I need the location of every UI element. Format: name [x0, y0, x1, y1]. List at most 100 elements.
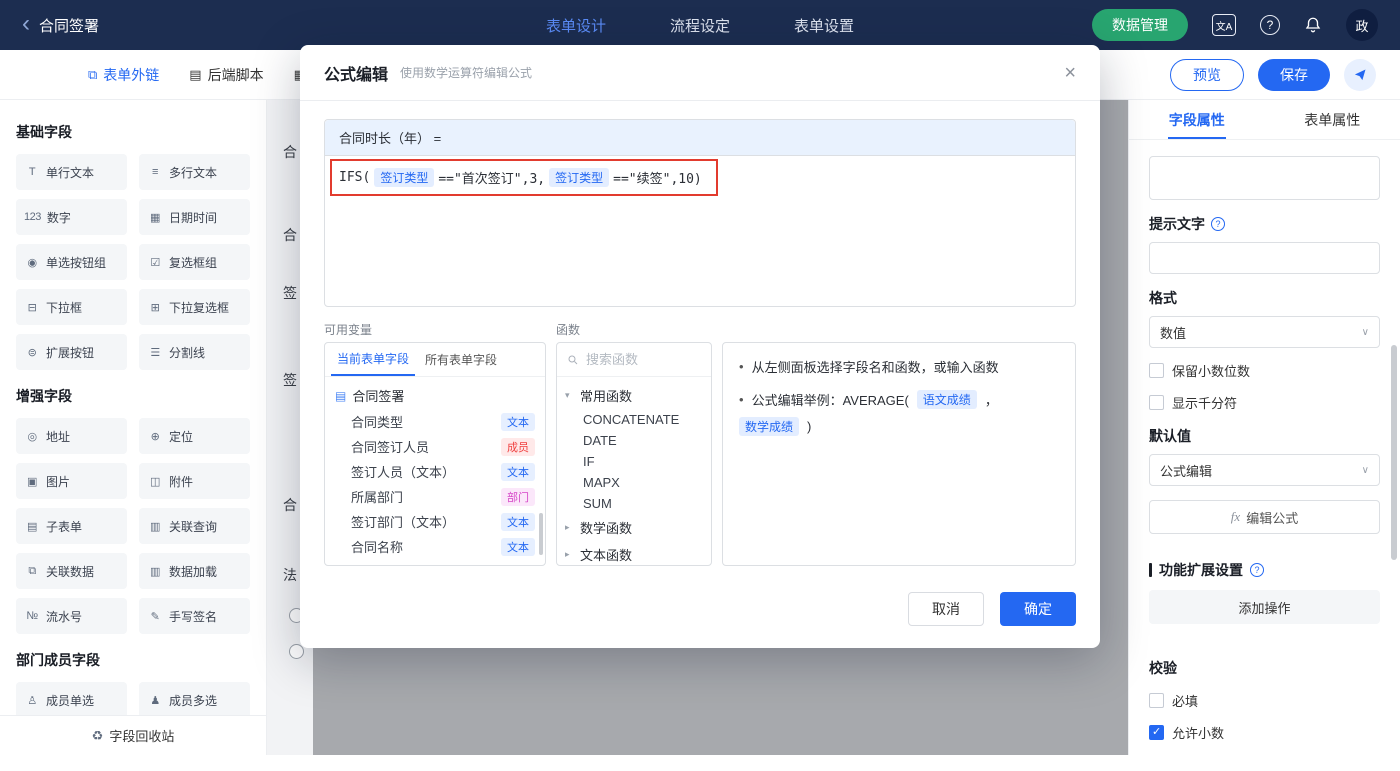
avatar[interactable]: 政: [1346, 9, 1378, 41]
back-button[interactable]: ‹ 合同签署: [22, 15, 99, 36]
form-external-link-button[interactable]: ⧉ 表单外链: [88, 65, 159, 85]
recycle-bin-icon: ♻: [92, 728, 104, 744]
checkbox-unchecked-icon[interactable]: [1149, 395, 1164, 410]
tab-all-form-fields[interactable]: 所有表单字段: [419, 343, 503, 376]
sidebar-item-attachment[interactable]: ◫附件: [139, 463, 250, 499]
document-icon: ▤: [335, 389, 346, 403]
checkbox-checked-icon[interactable]: [1149, 725, 1164, 740]
function-item[interactable]: IF: [557, 451, 711, 472]
checkbox-unchecked-icon[interactable]: [1149, 693, 1164, 708]
field-item-label: 成员多选: [169, 692, 217, 709]
formula-text: =="续签",10): [613, 168, 702, 187]
variable-row[interactable]: 签订部门（文本） 文本: [325, 509, 545, 534]
panel-scrollbar[interactable]: [1391, 345, 1397, 560]
bell-icon[interactable]: [1304, 16, 1322, 34]
sidebar-item-serial-number[interactable]: №流水号: [16, 598, 127, 634]
language-icon[interactable]: 文A: [1212, 14, 1236, 36]
default-value-select-value: 公式编辑: [1160, 461, 1212, 480]
divider-icon: ☰: [147, 346, 163, 359]
backend-script-button[interactable]: ▤ 后端脚本: [189, 65, 263, 85]
field-recycle-bin[interactable]: ♻ 字段回收站: [0, 715, 267, 755]
save-button[interactable]: 保存: [1258, 59, 1330, 91]
sidebar-item-divider[interactable]: ☰分割线: [139, 334, 250, 370]
sidebar-item-subform[interactable]: ▤子表单: [16, 508, 127, 544]
sidebar-item-image[interactable]: ▣图片: [16, 463, 127, 499]
sidebar-item-signature[interactable]: ✎手写签名: [139, 598, 250, 634]
dropdown-multi-icon: ⊞: [147, 301, 163, 314]
function-search-input[interactable]: [586, 352, 701, 367]
sidebar-item-radio-group[interactable]: ◉单选按钮组: [16, 244, 127, 280]
sidebar-item-member-single[interactable]: ♙成员单选: [16, 682, 127, 715]
close-icon[interactable]: ×: [1064, 63, 1076, 83]
variable-row[interactable]: 所属部门 部门: [325, 484, 545, 509]
option-keep-decimals[interactable]: 保留小数位数: [1149, 361, 1380, 380]
format-select[interactable]: 数值 ∨: [1149, 316, 1380, 348]
sidebar-item-linked-data[interactable]: ⧉关联数据: [16, 553, 127, 589]
sidebar-item-address[interactable]: ◎地址: [16, 418, 127, 454]
tab-process-settings[interactable]: 流程设定: [670, 15, 730, 36]
checkbox-unchecked-icon[interactable]: [1149, 363, 1164, 378]
data-load-icon: ▥: [147, 565, 163, 578]
variable-row[interactable]: 签订人员（文本） 文本: [325, 459, 545, 484]
tab-current-form-fields[interactable]: 当前表单字段: [331, 343, 415, 376]
hint-help-icon[interactable]: ?: [1211, 217, 1225, 231]
sidebar-item-member-multi[interactable]: ♟成员多选: [139, 682, 250, 715]
option-thousand-separator[interactable]: 显示千分符: [1149, 393, 1380, 412]
extension-help-icon[interactable]: ?: [1250, 563, 1264, 577]
data-manage-button[interactable]: 数据管理: [1092, 9, 1188, 41]
share-button[interactable]: [1344, 59, 1376, 91]
sidebar-item-data-load[interactable]: ▥数据加载: [139, 553, 250, 589]
variables-root-node[interactable]: ▤ 合同签署: [325, 382, 545, 409]
preview-button[interactable]: 预览: [1170, 59, 1244, 91]
sidebar-item-datetime[interactable]: ▦日期时间: [139, 199, 250, 235]
field-title-input[interactable]: [1149, 156, 1380, 200]
modal-mid-row: 可用变量 当前表单字段 所有表单字段 ▤ 合同签署 合同类型 文本: [324, 321, 1076, 566]
section-member-fields: 部门成员字段: [16, 650, 250, 670]
function-item[interactable]: CONCATENATE: [557, 409, 711, 430]
sidebar-item-multi-text[interactable]: ≡多行文本: [139, 154, 250, 190]
add-operation-button[interactable]: 添加操作: [1149, 590, 1380, 624]
tab-field-properties[interactable]: 字段属性: [1129, 100, 1265, 139]
variable-row[interactable]: 合同签订人员 成员: [325, 434, 545, 459]
sidebar-item-location[interactable]: ⊕定位: [139, 418, 250, 454]
group-common-functions[interactable]: ▾ 常用函数: [557, 382, 711, 409]
edit-formula-button[interactable]: fx 编辑公式: [1149, 500, 1380, 534]
function-item[interactable]: MAPX: [557, 472, 711, 493]
cancel-button[interactable]: 取消: [908, 592, 984, 626]
clipped-field-label: 合: [283, 225, 297, 245]
function-item[interactable]: DATE: [557, 430, 711, 451]
option-allow-decimal[interactable]: 允许小数: [1149, 723, 1380, 742]
sidebar-item-dropdown[interactable]: ⊟下拉框: [16, 289, 127, 325]
topbar: ‹ 合同签署 表单设计 流程设定 表单设置 数据管理 文A ? 政: [0, 0, 1400, 50]
tab-form-settings[interactable]: 表单设置: [794, 15, 854, 36]
sidebar-item-single-text[interactable]: T单行文本: [16, 154, 127, 190]
section-enhanced-fields: 增强字段: [16, 386, 250, 406]
help-text: ，: [985, 390, 998, 409]
modal-title: 公式编辑: [324, 61, 388, 85]
hint-text-input[interactable]: [1149, 242, 1380, 274]
extension-settings-title-text: 功能扩展设置: [1159, 560, 1243, 580]
tab-form-properties[interactable]: 表单属性: [1265, 100, 1400, 139]
formula-editor[interactable]: IFS( 签订类型 =="首次签订",3, 签订类型 =="续签",10): [325, 156, 1075, 306]
sidebar-item-dropdown-multi[interactable]: ⊞下拉复选框: [139, 289, 250, 325]
variable-row[interactable]: 合同类型 文本: [325, 409, 545, 434]
help-icon[interactable]: ?: [1260, 15, 1280, 35]
type-tag: 部门: [501, 488, 535, 506]
sidebar-item-lookup[interactable]: ▥关联查询: [139, 508, 250, 544]
confirm-button[interactable]: 确定: [1000, 592, 1076, 626]
default-value-select[interactable]: 公式编辑 ∨: [1149, 454, 1380, 486]
sidebar-item-checkbox-group[interactable]: ☑复选框组: [139, 244, 250, 280]
tab-form-design[interactable]: 表单设计: [546, 15, 606, 36]
field-token[interactable]: 签订类型: [374, 168, 434, 187]
option-required[interactable]: 必填: [1149, 691, 1380, 710]
group-text-functions[interactable]: ▸ 文本函数: [557, 541, 711, 566]
variable-row[interactable]: 合同名称 文本: [325, 534, 545, 559]
field-token[interactable]: 签订类型: [549, 168, 609, 187]
functions-label: 函数: [556, 321, 712, 336]
sidebar-item-number[interactable]: 123数字: [16, 199, 127, 235]
variables-scrollbar[interactable]: [539, 513, 543, 555]
group-math-functions[interactable]: ▸ 数学函数: [557, 514, 711, 541]
function-item[interactable]: SUM: [557, 493, 711, 514]
sidebar-item-extend-button[interactable]: ⊜扩展按钮: [16, 334, 127, 370]
field-item-label: 多行文本: [169, 164, 217, 181]
